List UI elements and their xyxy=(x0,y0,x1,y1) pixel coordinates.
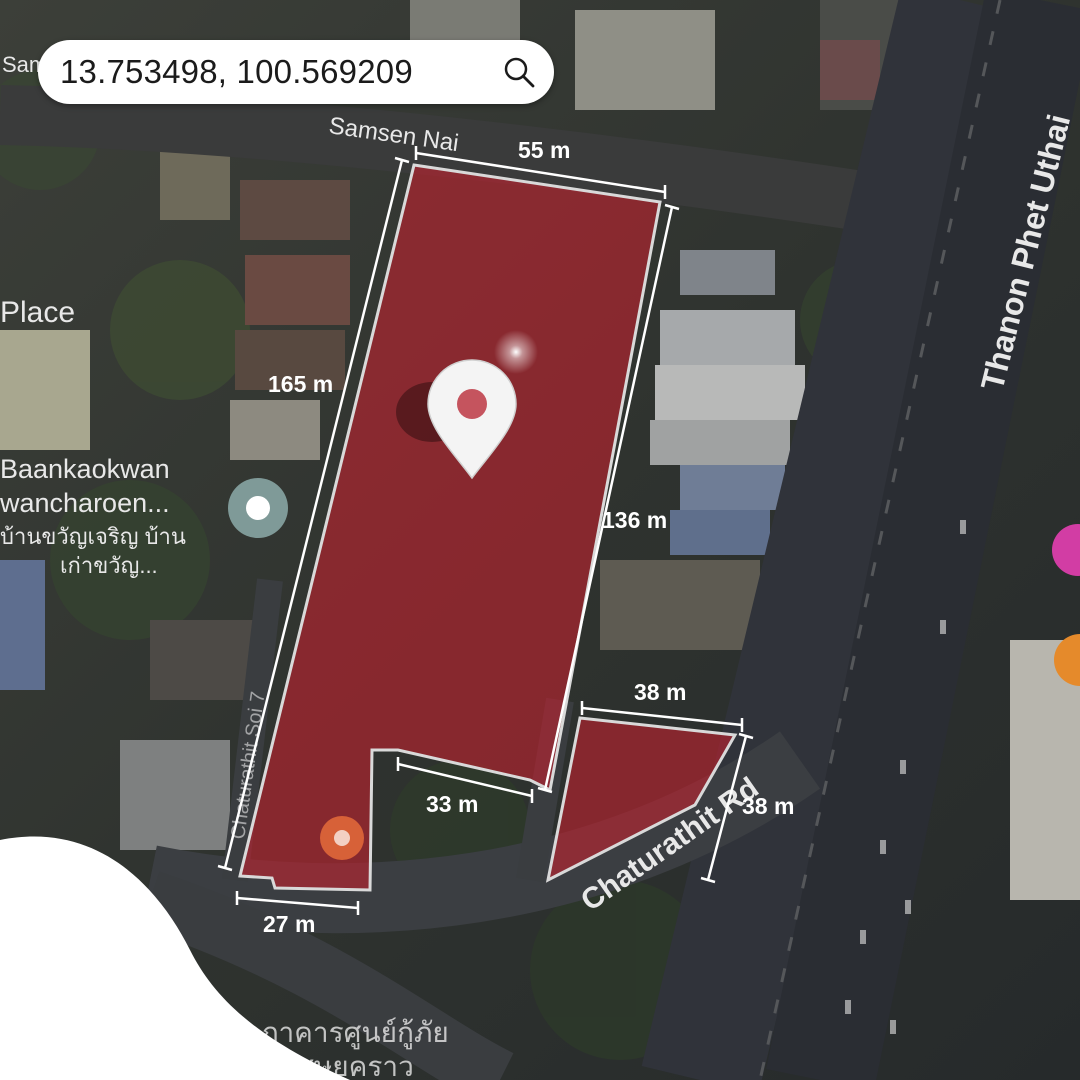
search-input[interactable]: 13.753498, 100.569209 xyxy=(60,53,498,91)
poi-name-en-1: Baankaokwan xyxy=(0,454,170,484)
satellite-map[interactable]: Samsen Nai Sam Thanon Phet Uthai Chatura… xyxy=(0,0,1080,1080)
dimension-right: 136 m xyxy=(602,507,667,533)
dimension-top: 55 m xyxy=(518,137,570,163)
bottom-th-1: ภาคารศูนย์กู้ภัย xyxy=(260,1017,449,1050)
dimension-small-right: 38 m xyxy=(742,793,794,819)
dimension-small-top: 38 m xyxy=(634,679,686,705)
poi-name-th-2: เก่าขวัญ... xyxy=(60,553,158,578)
search-icon[interactable] xyxy=(502,55,536,89)
dimension-bottom: 27 m xyxy=(263,911,315,937)
dimension-inner: 33 m xyxy=(426,791,478,817)
place-label: Place xyxy=(0,296,75,329)
search-bar[interactable]: 13.753498, 100.569209 xyxy=(38,40,554,104)
poi-name-th-1: บ้านขวัญเจริญ บ้าน xyxy=(0,524,186,549)
map-view[interactable]: Samsen Nai Sam Thanon Phet Uthai Chatura… xyxy=(0,0,1080,1080)
poi-name-en-2: wancharoen... xyxy=(0,488,170,518)
dimension-left: 165 m xyxy=(268,371,333,397)
poi-marker-icon[interactable] xyxy=(228,478,288,538)
